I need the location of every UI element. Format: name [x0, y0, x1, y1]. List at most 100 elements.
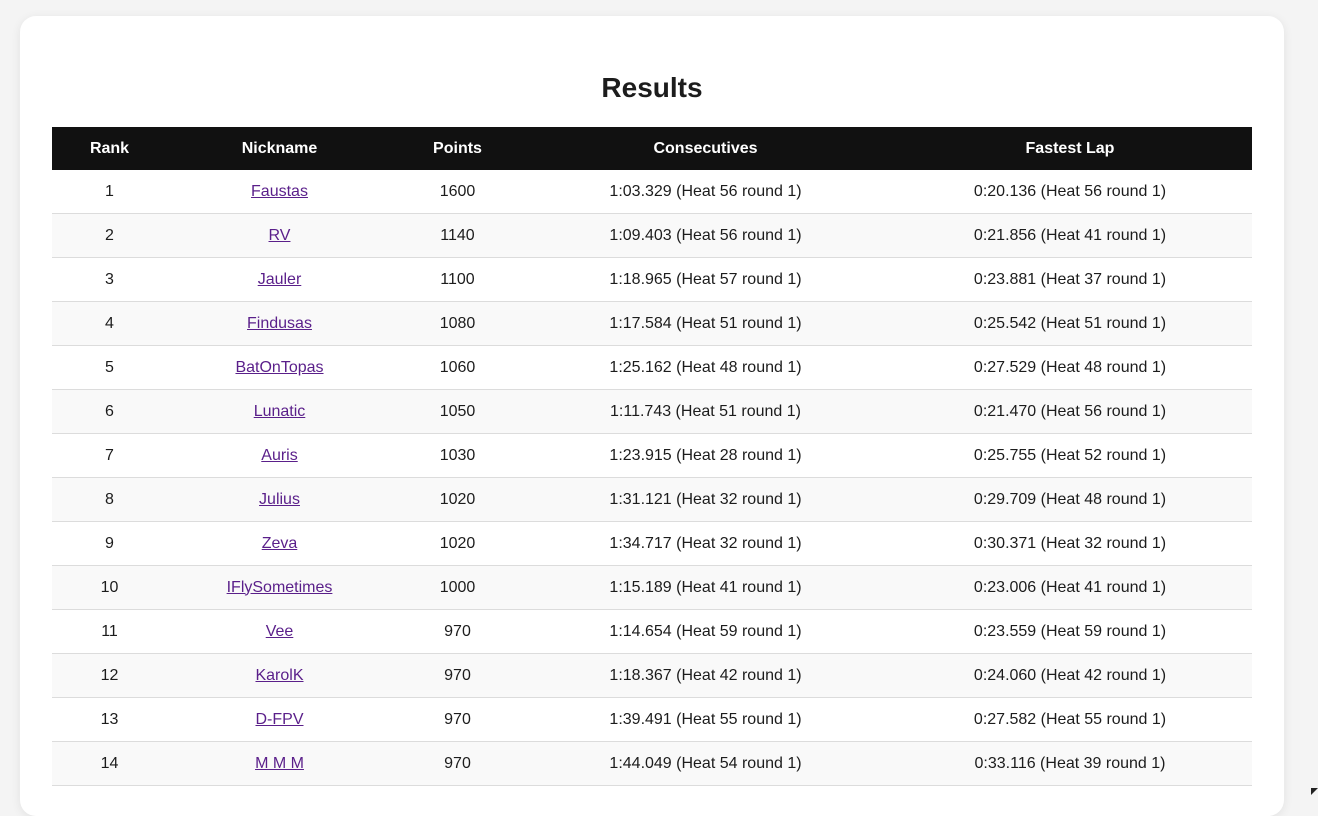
- cell-nickname: M M M: [167, 741, 392, 786]
- cell-fastest-lap: 0:21.856 (Heat 41 round 1): [888, 213, 1252, 258]
- cell-fastest-lap: 0:30.371 (Heat 32 round 1): [888, 521, 1252, 566]
- cell-points: 1020: [392, 477, 523, 522]
- cell-points: 970: [392, 653, 523, 698]
- cell-fastest-lap: 0:23.881 (Heat 37 round 1): [888, 257, 1252, 302]
- cell-fastest-lap: 0:33.116 (Heat 39 round 1): [888, 741, 1252, 786]
- cell-points: 1000: [392, 565, 523, 610]
- results-table: Rank Nickname Points Consecutives Fastes…: [52, 127, 1252, 786]
- cell-consecutives: 1:25.162 (Heat 48 round 1): [523, 345, 888, 390]
- cell-points: 1080: [392, 301, 523, 346]
- nickname-link[interactable]: Zeva: [262, 535, 298, 552]
- cell-rank: 14: [52, 741, 167, 786]
- cell-points: 1050: [392, 389, 523, 434]
- nickname-link[interactable]: Vee: [266, 623, 294, 640]
- table-row: 10 IFlySometimes 1000 1:15.189 (Heat 41 rou…: [52, 565, 1252, 610]
- cell-rank: 6: [52, 389, 167, 434]
- nickname-link[interactable]: Lunatic: [254, 403, 306, 420]
- cell-nickname: BatOnTopas: [167, 345, 392, 390]
- cell-points: 1020: [392, 521, 523, 566]
- cell-nickname: Lunatic: [167, 389, 392, 434]
- cell-nickname: Findusas: [167, 301, 392, 346]
- cell-rank: 9: [52, 521, 167, 566]
- table-row: 14 M M M 970 1:44.049 (Heat 54 round 1) 0:33…: [52, 741, 1252, 786]
- nickname-link[interactable]: Faustas: [251, 183, 308, 200]
- table-row: 11 Vee 970 1:14.654 (Heat 59 round 1) 0:23.5…: [52, 609, 1252, 654]
- cell-fastest-lap: 0:29.709 (Heat 48 round 1): [888, 477, 1252, 522]
- cell-fastest-lap: 0:27.529 (Heat 48 round 1): [888, 345, 1252, 390]
- table-row: 3 Jauler 1100 1:18.965 (Heat 57 round 1) 0:2…: [52, 257, 1252, 302]
- table-row: 4 Findusas 1080 1:17.584 (Heat 51 round 1) 0…: [52, 301, 1252, 346]
- cell-fastest-lap: 0:23.559 (Heat 59 round 1): [888, 609, 1252, 654]
- cell-consecutives: 1:18.367 (Heat 42 round 1): [523, 653, 888, 698]
- cell-points: 1030: [392, 433, 523, 478]
- nickname-link[interactable]: Auris: [261, 447, 297, 464]
- header-consecutives: Consecutives: [523, 127, 888, 170]
- cell-points: 1060: [392, 345, 523, 390]
- cell-consecutives: 1:14.654 (Heat 59 round 1): [523, 609, 888, 654]
- cell-fastest-lap: 0:27.582 (Heat 55 round 1): [888, 697, 1252, 742]
- nickname-link[interactable]: Jauler: [258, 271, 302, 288]
- cell-nickname: D-FPV: [167, 697, 392, 742]
- cell-fastest-lap: 0:25.542 (Heat 51 round 1): [888, 301, 1252, 346]
- table-body: 1 Faustas 1600 1:03.329 (Heat 56 round 1) 0:…: [52, 170, 1252, 786]
- table-row: 2 RV 1140 1:09.403 (Heat 56 round 1) 0:21.85…: [52, 213, 1252, 258]
- cell-nickname: KarolK: [167, 653, 392, 698]
- cell-rank: 13: [52, 697, 167, 742]
- cell-nickname: Jauler: [167, 257, 392, 302]
- cell-consecutives: 1:17.584 (Heat 51 round 1): [523, 301, 888, 346]
- cell-consecutives: 1:15.189 (Heat 41 round 1): [523, 565, 888, 610]
- cell-consecutives: 1:44.049 (Heat 54 round 1): [523, 741, 888, 786]
- nickname-link[interactable]: KarolK: [255, 667, 303, 684]
- cell-consecutives: 1:03.329 (Heat 56 round 1): [523, 170, 888, 214]
- header-points: Points: [392, 127, 523, 170]
- nickname-link[interactable]: Findusas: [247, 315, 312, 332]
- table-row: 12 KarolK 970 1:18.367 (Heat 42 round 1) 0:2…: [52, 653, 1252, 698]
- nickname-link[interactable]: RV: [269, 227, 291, 244]
- table-row: 6 Lunatic 1050 1:11.743 (Heat 51 round 1) 0:…: [52, 389, 1252, 434]
- cell-rank: 11: [52, 609, 167, 654]
- cell-consecutives: 1:18.965 (Heat 57 round 1): [523, 257, 888, 302]
- table-row: 9 Zeva 1020 1:34.717 (Heat 32 round 1) 0:30.…: [52, 521, 1252, 566]
- cell-consecutives: 1:09.403 (Heat 56 round 1): [523, 213, 888, 258]
- cell-consecutives: 1:11.743 (Heat 51 round 1): [523, 389, 888, 434]
- cell-rank: 7: [52, 433, 167, 478]
- cell-fastest-lap: 0:21.470 (Heat 56 round 1): [888, 389, 1252, 434]
- table-row: 8 Julius 1020 1:31.121 (Heat 32 round 1) 0:2…: [52, 477, 1252, 522]
- cell-points: 970: [392, 697, 523, 742]
- table-row: 7 Auris 1030 1:23.915 (Heat 28 round 1) 0:25…: [52, 433, 1252, 478]
- cell-nickname: Zeva: [167, 521, 392, 566]
- cell-rank: 5: [52, 345, 167, 390]
- cell-nickname: IFlySometimes: [167, 565, 392, 610]
- cell-rank: 2: [52, 213, 167, 258]
- cell-rank: 4: [52, 301, 167, 346]
- table-row: 1 Faustas 1600 1:03.329 (Heat 56 round 1) 0:…: [52, 170, 1252, 214]
- cell-points: 1100: [392, 257, 523, 302]
- cell-nickname: Julius: [167, 477, 392, 522]
- cell-points: 1600: [392, 170, 523, 214]
- table-row: 5 BatOnTopas 1060 1:25.162 (Heat 48 round 1…: [52, 345, 1252, 390]
- cell-consecutives: 1:34.717 (Heat 32 round 1): [523, 521, 888, 566]
- cell-nickname: Auris: [167, 433, 392, 478]
- cell-rank: 3: [52, 257, 167, 302]
- nickname-link[interactable]: D-FPV: [256, 711, 304, 728]
- nickname-link[interactable]: Julius: [259, 491, 300, 508]
- cell-nickname: Faustas: [167, 170, 392, 214]
- cell-points: 970: [392, 609, 523, 654]
- nickname-link[interactable]: BatOnTopas: [235, 359, 323, 376]
- nickname-link[interactable]: M M M: [255, 755, 304, 772]
- cell-fastest-lap: 0:25.755 (Heat 52 round 1): [888, 433, 1252, 478]
- nickname-link[interactable]: IFlySometimes: [227, 579, 333, 596]
- results-card: Results Rank Nickname Points Consecutive…: [20, 16, 1284, 816]
- header-rank: Rank: [52, 127, 167, 170]
- page-title: Results: [601, 72, 703, 103]
- table-row: 13 D-FPV 970 1:39.491 (Heat 55 round 1) 0:27…: [52, 697, 1252, 742]
- cell-rank: 1: [52, 170, 167, 214]
- cell-fastest-lap: 0:20.136 (Heat 56 round 1): [888, 170, 1252, 214]
- cell-rank: 10: [52, 565, 167, 610]
- cell-points: 1140: [392, 213, 523, 258]
- cell-fastest-lap: 0:24.060 (Heat 42 round 1): [888, 653, 1252, 698]
- header-fastest-lap: Fastest Lap: [888, 127, 1252, 170]
- cell-nickname: Vee: [167, 609, 392, 654]
- cell-nickname: RV: [167, 213, 392, 258]
- cell-fastest-lap: 0:23.006 (Heat 41 round 1): [888, 565, 1252, 610]
